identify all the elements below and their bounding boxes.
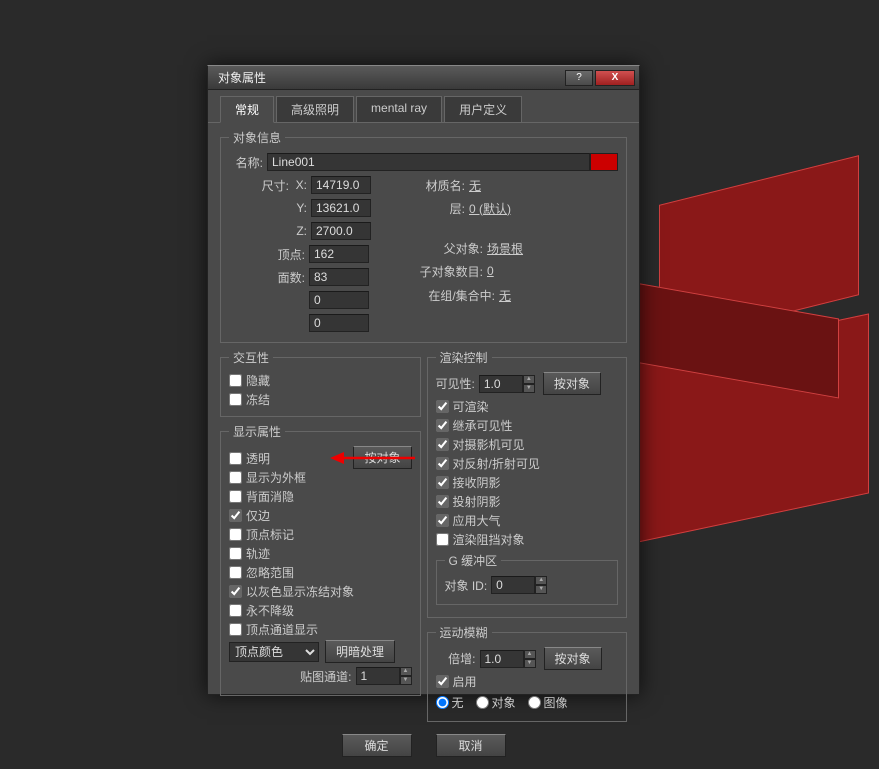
tab-mentalray[interactable]: mental ray <box>356 96 442 122</box>
ingroup-label: 在组/集合中: <box>415 287 495 304</box>
parent-label: 父对象: <box>415 240 483 257</box>
object-info-group: 对象信息 名称: Line001 尺寸:X:14719.0 Y:13621.0 … <box>220 129 627 343</box>
cancel-button[interactable]: 取消 <box>436 734 506 757</box>
matname-value: 无 <box>469 177 481 194</box>
multiplier-spinner[interactable]: 1.0▲▼ <box>480 650 536 668</box>
vertexticks-checkbox[interactable]: 顶点标记 <box>229 526 412 543</box>
viewport-3d-model <box>619 180 879 580</box>
vertexcolor-select[interactable]: 顶点颜色 <box>229 642 319 662</box>
visibletocamera-checkbox[interactable]: 对摄影机可见 <box>436 436 619 453</box>
size-label: 尺寸: <box>229 177 289 194</box>
gbuffer-legend: G 缓冲区 <box>445 552 502 569</box>
display-props-legend: 显示属性 <box>229 423 285 440</box>
visibility-spinner[interactable]: 1.0▲▼ <box>479 375 535 393</box>
ok-button[interactable]: 确定 <box>342 734 412 757</box>
trajectory-checkbox[interactable]: 轨迹 <box>229 545 412 562</box>
object-properties-dialog: 对象属性 ? X 常规 高级照明 mental ray 用户定义 对象信息 名称… <box>207 65 640 695</box>
z-value: 2700.0 <box>311 222 371 240</box>
ingroup-value: 无 <box>499 287 511 304</box>
wireframe-checkbox[interactable]: 显示为外框 <box>229 469 412 486</box>
inheritvis-checkbox[interactable]: 继承可见性 <box>436 417 619 434</box>
spinner-up-icon: ▲ <box>400 667 412 676</box>
edgesonly-checkbox[interactable]: 仅边 <box>229 507 412 524</box>
interactivity-legend: 交互性 <box>229 349 273 366</box>
titlebar[interactable]: 对象属性 ? X <box>208 66 639 90</box>
faces-value: 83 <box>309 268 369 286</box>
verts-value: 162 <box>309 245 369 263</box>
layer-value: 0 (默认) <box>469 200 511 217</box>
objectid-spinner[interactable]: 0▲▼ <box>491 576 547 594</box>
motionblur-legend: 运动模糊 <box>436 624 492 641</box>
radio-image[interactable]: 图像 <box>528 694 568 711</box>
extra-value-2: 0 <box>309 314 369 332</box>
layer-label: 层: <box>415 200 465 217</box>
renderable-checkbox[interactable]: 可渲染 <box>436 398 619 415</box>
backface-checkbox[interactable]: 背面消隐 <box>229 488 412 505</box>
display-byobject-button[interactable]: 按对象 <box>353 446 411 469</box>
gbuffer-group: G 缓冲区 对象 ID: 0▲▼ <box>436 552 619 605</box>
object-info-legend: 对象信息 <box>229 129 285 146</box>
ignoreextent-checkbox[interactable]: 忽略范围 <box>229 564 412 581</box>
interactivity-group: 交互性 隐藏 冻结 <box>220 349 421 417</box>
parent-value: 场景根 <box>487 240 523 257</box>
name-label: 名称: <box>229 154 263 171</box>
x-label: X: <box>293 178 307 192</box>
radio-none[interactable]: 无 <box>436 694 464 711</box>
visibility-label: 可见性: <box>436 375 475 392</box>
motionblur-group: 运动模糊 倍增: 1.0▲▼ 按对象 启用 无 对象 图像 <box>427 624 628 722</box>
render-byobject-button[interactable]: 按对象 <box>543 372 601 395</box>
extra-value-1: 0 <box>309 291 369 309</box>
radio-object[interactable]: 对象 <box>476 694 516 711</box>
verts-label: 顶点: <box>229 246 305 263</box>
freeze-checkbox[interactable]: 冻结 <box>229 391 412 408</box>
renderoccluded-checkbox[interactable]: 渲染阻挡对象 <box>436 531 619 548</box>
mapchannel-spinner[interactable]: 1▲▼ <box>356 667 412 685</box>
display-props-group: 显示属性 按对象 透明 显示为外框 背面消隐 仅边 顶点标记 轨迹 忽略范围 以… <box>220 423 421 696</box>
matname-label: 材质名: <box>415 177 465 194</box>
shaded-button[interactable]: 明暗处理 <box>325 640 395 663</box>
help-button[interactable]: ? <box>565 70 593 86</box>
y-label: Y: <box>293 201 307 215</box>
receiveshadows-checkbox[interactable]: 接收阴影 <box>436 474 619 491</box>
faces-label: 面数: <box>229 269 305 286</box>
castshadows-checkbox[interactable]: 投射阴影 <box>436 493 619 510</box>
tabs: 常规 高级照明 mental ray 用户定义 <box>208 90 639 123</box>
enabled-checkbox[interactable]: 启用 <box>436 673 619 690</box>
tab-general[interactable]: 常规 <box>220 96 274 123</box>
objectid-label: 对象 ID: <box>445 577 488 594</box>
applyatmos-checkbox[interactable]: 应用大气 <box>436 512 619 529</box>
tab-userdefined[interactable]: 用户定义 <box>444 96 522 122</box>
showfrozengray-checkbox[interactable]: 以灰色显示冻结对象 <box>229 583 412 600</box>
render-control-group: 渲染控制 可见性: 1.0▲▼ 按对象 可渲染 继承可见性 对摄影机可见 对反射… <box>427 349 628 618</box>
z-label: Z: <box>293 224 307 238</box>
numchild-value: 0 <box>487 264 494 278</box>
motionblur-byobject-button[interactable]: 按对象 <box>544 647 602 670</box>
hide-checkbox[interactable]: 隐藏 <box>229 372 412 389</box>
window-title: 对象属性 <box>212 69 563 86</box>
vertexchannel-checkbox[interactable]: 顶点通道显示 <box>229 621 412 638</box>
x-value: 14719.0 <box>311 176 371 194</box>
tab-adv-lighting[interactable]: 高级照明 <box>276 96 354 122</box>
render-control-legend: 渲染控制 <box>436 349 492 366</box>
y-value: 13621.0 <box>311 199 371 217</box>
neverdegrade-checkbox[interactable]: 永不降级 <box>229 602 412 619</box>
color-swatch[interactable] <box>590 153 618 171</box>
close-button[interactable]: X <box>595 70 635 86</box>
mapchannel-label: 贴图通道: <box>300 668 351 685</box>
spinner-down-icon: ▼ <box>400 676 412 685</box>
numchild-label: 子对象数目: <box>415 263 483 280</box>
multiplier-label: 倍增: <box>436 650 476 667</box>
visibletorefl-checkbox[interactable]: 对反射/折射可见 <box>436 455 619 472</box>
name-field[interactable]: Line001 <box>267 153 590 171</box>
